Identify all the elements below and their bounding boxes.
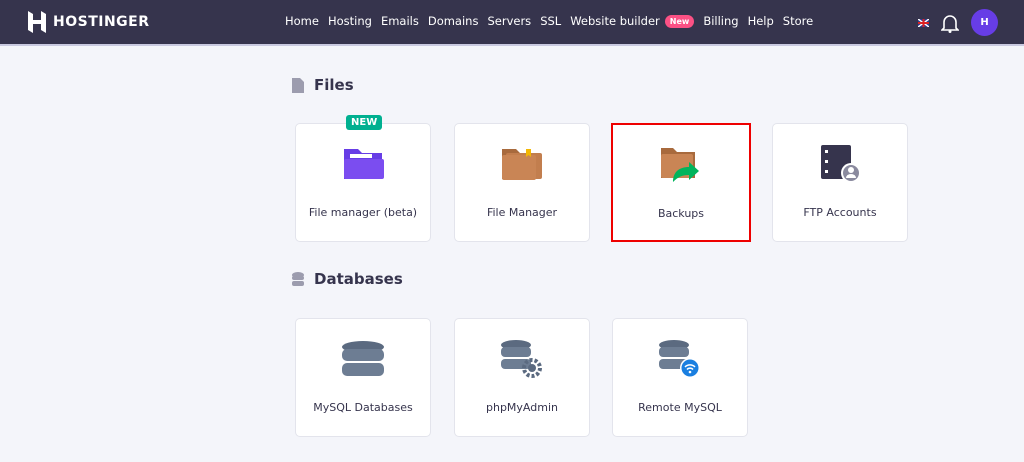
- top-navbar: HOSTINGER Home Hosting Emails Domains Se…: [0, 0, 1024, 46]
- nav-domains[interactable]: Domains: [428, 14, 479, 28]
- new-badge: New: [664, 14, 695, 28]
- nav-ssl[interactable]: SSL: [540, 14, 561, 28]
- file-manager-beta-card[interactable]: NEW File manager (beta): [295, 115, 431, 242]
- nav-billing[interactable]: Billing: [703, 14, 738, 28]
- nav-store[interactable]: Store: [783, 14, 813, 28]
- ftp-accounts-card[interactable]: FTP Accounts: [772, 123, 908, 242]
- backups-card[interactable]: Backups: [611, 123, 751, 242]
- nav-emails[interactable]: Emails: [381, 14, 419, 28]
- main-menu: Home Hosting Emails Domains Servers SSL …: [285, 14, 813, 28]
- new-badge: NEW: [346, 115, 383, 130]
- nav-website-builder[interactable]: Website builder: [570, 14, 660, 28]
- ftp-server-icon: [821, 145, 861, 183]
- database-gear-icon: [501, 340, 542, 378]
- nav-hosting[interactable]: Hosting: [328, 14, 372, 28]
- phpmyadmin-card[interactable]: phpMyAdmin: [454, 318, 590, 437]
- backup-folder-icon: [661, 148, 699, 182]
- database-icon: [292, 271, 304, 286]
- mysql-databases-card[interactable]: MySQL Databases: [295, 318, 431, 437]
- files-section-title: Files: [292, 76, 354, 94]
- brand-name: HOSTINGER: [53, 14, 150, 30]
- brown-folder-icon: [502, 149, 542, 180]
- database-wifi-icon: [659, 340, 700, 378]
- hostinger-logo-icon: [28, 11, 46, 33]
- databases-section-title: Databases: [292, 270, 403, 288]
- avatar[interactable]: H: [971, 9, 998, 36]
- nav-home[interactable]: Home: [285, 14, 319, 28]
- uk-flag-icon[interactable]: [918, 18, 929, 27]
- database-icon: [342, 341, 384, 376]
- remote-mysql-card[interactable]: Remote MySQL: [612, 318, 748, 437]
- purple-folder-icon: [344, 149, 384, 179]
- bell-icon[interactable]: [941, 13, 959, 33]
- file-icon: [292, 77, 304, 93]
- file-manager-card[interactable]: File Manager: [454, 123, 590, 242]
- nav-help[interactable]: Help: [748, 14, 774, 28]
- hostinger-logo[interactable]: HOSTINGER: [28, 11, 150, 33]
- nav-servers[interactable]: Servers: [487, 14, 531, 28]
